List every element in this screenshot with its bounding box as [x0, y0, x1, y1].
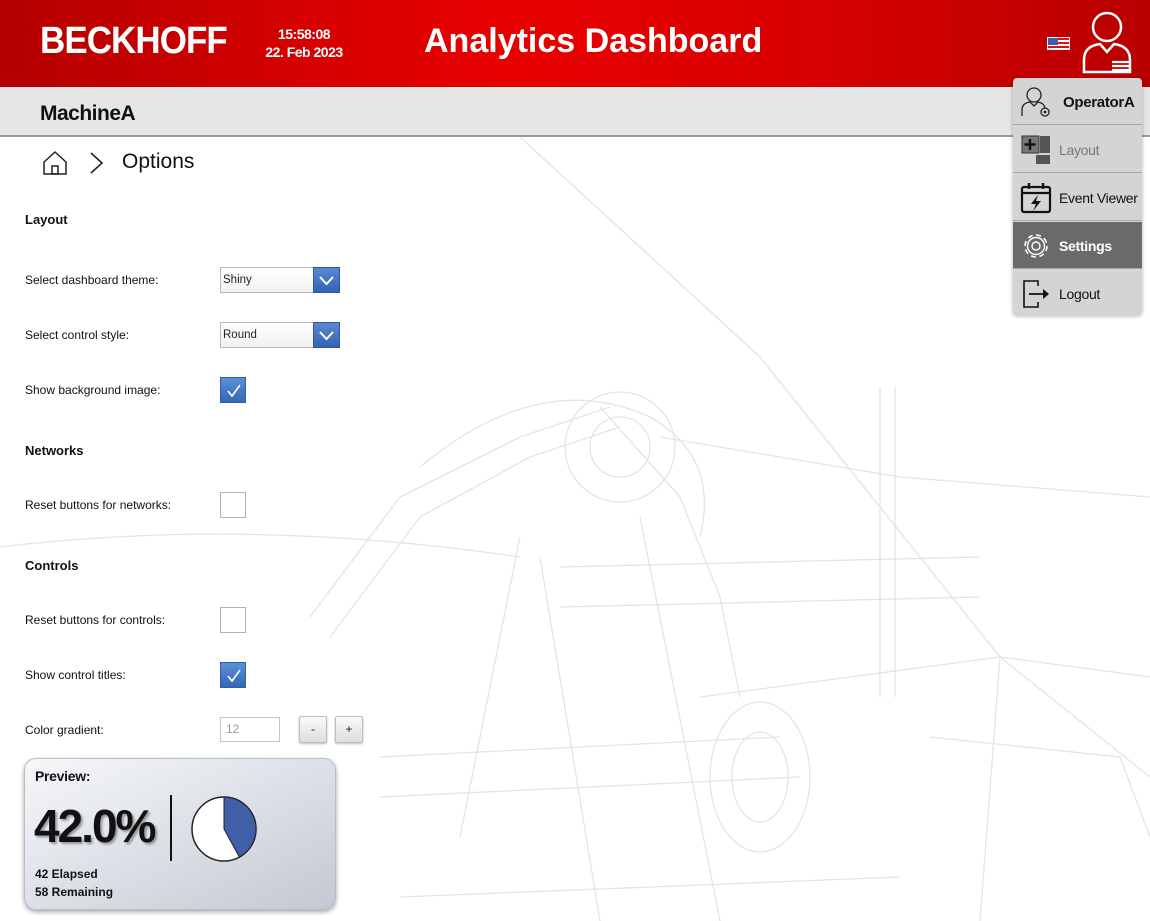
clock: 15:58:08 22. Feb 2023	[256, 25, 352, 61]
theme-label: Select dashboard theme:	[25, 273, 159, 287]
menu-item-layout-label: Layout	[1059, 142, 1100, 158]
gear-icon	[1024, 234, 1048, 258]
user-menu-button[interactable]	[1080, 8, 1134, 76]
theme-select-value: Shiny	[223, 274, 252, 286]
menu-item-settings[interactable]: Settings	[1013, 222, 1142, 269]
chevron-down-icon[interactable]	[313, 267, 340, 293]
preview-remaining: 58 Remaining	[35, 885, 114, 899]
control-style-select[interactable]: Round	[220, 322, 340, 348]
background-image-label: Show background image:	[25, 383, 161, 397]
reset-networks-checkbox[interactable]	[220, 492, 246, 518]
layout-icon	[1021, 135, 1050, 164]
beckhoff-logo: BECKHOFF	[40, 20, 228, 62]
checkmark-icon	[227, 669, 241, 683]
user-settings-icon	[1021, 87, 1050, 117]
logout-icon	[1023, 280, 1049, 308]
control-style-label: Select control style:	[25, 328, 130, 342]
breadcrumb-current: Options	[122, 150, 195, 173]
color-gradient-label: Color gradient:	[25, 723, 104, 737]
preview-divider	[170, 795, 172, 861]
reset-controls-label: Reset buttons for controls:	[25, 613, 166, 627]
menu-item-logout[interactable]: Logout	[1013, 270, 1142, 315]
preview-percent: 42.0%	[34, 800, 156, 852]
preview-card: Preview: 42.0% 42 Elapsed 58 Remaining	[24, 758, 336, 910]
control-style-select-value: Round	[223, 329, 257, 341]
clock-time: 15:58:08	[277, 26, 331, 42]
app-title: Analytics Dashboard	[424, 22, 763, 60]
checkmark-icon	[227, 384, 241, 398]
menu-item-event-viewer-label: Event Viewer	[1059, 190, 1138, 206]
menu-item-settings-label: Settings	[1059, 238, 1112, 254]
breadcrumb-chevron-right-icon	[89, 151, 105, 175]
section-title-networks: Networks	[25, 443, 84, 458]
preview-pie-chart	[191, 796, 257, 862]
clock-date: 22. Feb 2023	[265, 44, 343, 60]
section-title-layout: Layout	[25, 212, 68, 227]
background-image-checkbox[interactable]	[220, 377, 246, 403]
machine-bar: MachineA	[0, 87, 1150, 137]
reset-networks-label: Reset buttons for networks:	[25, 498, 172, 512]
decrement-button[interactable]: -	[299, 716, 327, 743]
theme-select[interactable]: Shiny	[220, 267, 340, 293]
menu-user-operator[interactable]: OperatorA	[1013, 78, 1142, 125]
menu-item-layout[interactable]: Layout	[1013, 126, 1142, 173]
home-icon[interactable]	[42, 150, 68, 176]
control-titles-label: Show control titles:	[25, 668, 126, 682]
section-title-controls: Controls	[25, 558, 79, 573]
menu-user-label: OperatorA	[1063, 94, 1135, 111]
color-gradient-input[interactable]: 12	[220, 717, 280, 742]
preview-elapsed: 42 Elapsed	[35, 867, 98, 881]
increment-button[interactable]: +	[335, 716, 363, 743]
event-viewer-icon	[1020, 183, 1052, 214]
preview-title: Preview:	[35, 768, 91, 784]
machine-name: MachineA	[40, 102, 136, 125]
reset-controls-checkbox[interactable]	[220, 607, 246, 633]
menu-item-logout-label: Logout	[1059, 286, 1101, 302]
language-flag-icon[interactable]	[1047, 37, 1070, 50]
user-dropdown-menu: OperatorA Layout Event Viewer Settings L…	[1013, 78, 1142, 315]
control-titles-checkbox[interactable]	[220, 662, 246, 688]
chevron-down-icon[interactable]	[313, 322, 340, 348]
menu-item-event-viewer[interactable]: Event Viewer	[1013, 174, 1142, 221]
user-icon	[1082, 11, 1132, 74]
app-header: BECKHOFF 15:58:08 22. Feb 2023 Analytics…	[0, 0, 1150, 87]
